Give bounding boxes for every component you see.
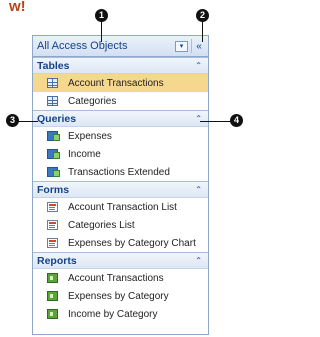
callout-1-leader: [101, 20, 102, 42]
form-icon: [47, 202, 58, 212]
form-icon: [47, 220, 58, 230]
callout-4-leader: [200, 121, 232, 122]
group-label: Tables: [37, 59, 70, 72]
table-icon: [47, 96, 58, 106]
nav-item-label: Account Transactions: [68, 77, 164, 89]
collapse-chevron-icon[interactable]: ⌃: [195, 185, 202, 194]
nav-item-label: Account Transaction List: [68, 201, 177, 213]
group-label: Queries: [37, 112, 77, 125]
group-header-forms[interactable]: Forms ⌃: [33, 181, 208, 198]
query-icon: [47, 167, 60, 177]
nav-item-income-by-category-report[interactable]: Income by Category: [33, 305, 208, 323]
callout-3: 3: [6, 114, 19, 127]
nav-item-transactions-extended-query[interactable]: Transactions Extended: [33, 163, 208, 181]
form-icon: [47, 238, 58, 248]
query-icon: [47, 149, 60, 159]
query-icon: [47, 131, 60, 141]
shutter-bar-close-icon[interactable]: «: [191, 39, 206, 53]
nav-item-label: Categories List: [68, 219, 135, 231]
nav-item-categories-list-form[interactable]: Categories List: [33, 216, 208, 234]
report-icon: [47, 291, 58, 301]
nav-item-account-transactions-table[interactable]: Account Transactions: [33, 74, 208, 92]
nav-item-label: Transactions Extended: [68, 166, 170, 178]
navigation-pane: All Access Objects ▾ « Tables ⌃ Account …: [32, 35, 209, 335]
callout-3-leader: [18, 121, 38, 122]
nav-item-account-transaction-list-form[interactable]: Account Transaction List: [33, 198, 208, 216]
nav-item-label: Categories: [68, 95, 117, 107]
nav-item-income-query[interactable]: Income: [33, 145, 208, 163]
callout-2-leader: [202, 20, 203, 42]
pane-title[interactable]: All Access Objects: [33, 40, 175, 52]
collapse-chevron-icon[interactable]: ⌃: [195, 61, 202, 70]
nav-item-label: Expenses by Category: [68, 290, 169, 302]
nav-item-label: Expenses by Category Chart: [68, 237, 196, 249]
chevron-down-icon[interactable]: ▾: [175, 40, 188, 52]
nav-item-label: Income: [68, 148, 101, 160]
table-icon: [47, 78, 58, 88]
heading-fragment: w!: [9, 0, 26, 15]
nav-item-account-transactions-report[interactable]: Account Transactions: [33, 269, 208, 287]
group-label: Reports: [37, 254, 77, 267]
callout-2: 2: [196, 9, 209, 22]
group-header-tables[interactable]: Tables ⌃: [33, 57, 208, 74]
nav-item-label: Account Transactions: [68, 272, 164, 284]
group-header-reports[interactable]: Reports ⌃: [33, 252, 208, 269]
report-icon: [47, 273, 58, 283]
nav-item-label: Income by Category: [68, 308, 158, 320]
collapse-chevron-icon[interactable]: ⌃: [195, 256, 202, 265]
nav-item-expenses-by-category-report[interactable]: Expenses by Category: [33, 287, 208, 305]
nav-item-expenses-query[interactable]: Expenses: [33, 127, 208, 145]
nav-item-categories-table[interactable]: Categories: [33, 92, 208, 110]
nav-item-expenses-by-category-chart-form[interactable]: Expenses by Category Chart: [33, 234, 208, 252]
nav-item-label: Expenses: [68, 130, 112, 142]
callout-1: 1: [95, 9, 108, 22]
callout-4: 4: [230, 114, 243, 127]
pane-header[interactable]: All Access Objects ▾ «: [33, 36, 208, 57]
group-label: Forms: [37, 183, 70, 196]
report-icon: [47, 309, 58, 319]
group-header-queries[interactable]: Queries ⌃: [33, 110, 208, 127]
